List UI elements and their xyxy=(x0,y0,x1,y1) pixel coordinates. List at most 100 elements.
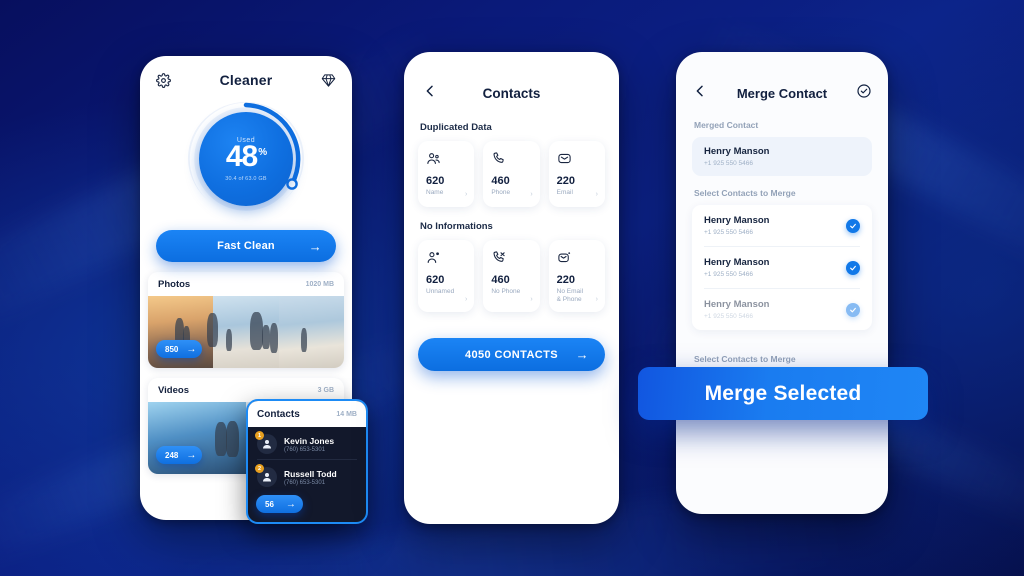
contacts-count-badge[interactable]: 56 → xyxy=(256,495,303,513)
duplicated-data-cards: 620 Name › 460 Phone › 220 Email › xyxy=(404,141,619,207)
people-icon xyxy=(426,151,466,166)
stat-count: 220 xyxy=(556,274,576,286)
check-icon xyxy=(850,223,856,228)
no-informations-cards: 620 Unnamed › 460 No Phone › 220 No Emai… xyxy=(404,240,619,313)
contacts-cta-button[interactable]: 4050 CONTACTS → xyxy=(418,338,605,372)
badge-count: 850 xyxy=(165,344,179,354)
stat-count: 620 xyxy=(426,175,445,187)
stat-card-email[interactable]: 220 Email › xyxy=(548,141,605,207)
person-icon xyxy=(263,440,271,449)
stat-label: Name xyxy=(426,189,444,196)
stat-card-no-email-phone[interactable]: 220 No Email & Phone › xyxy=(548,240,605,313)
section-label-no-informations: No Informations xyxy=(420,221,493,232)
gauge-detail: 30.4 of 63.0 GB xyxy=(225,175,267,182)
order-badge: 2 xyxy=(255,464,264,473)
chevron-right-icon: › xyxy=(595,191,598,198)
fast-clean-label: Fast Clean xyxy=(217,240,275,252)
stat-label: No Email & Phone xyxy=(556,288,584,304)
stat-card-phone[interactable]: 460 Phone › xyxy=(483,141,540,207)
page-title: Cleaner xyxy=(219,72,273,88)
merged-contact-card[interactable]: Henry Manson +1 925 550 5466 xyxy=(692,137,872,176)
contact-name: Henry Manson xyxy=(704,215,770,226)
arrow-right-icon: → xyxy=(575,347,589,363)
order-badge: 1 xyxy=(255,431,264,440)
gauge-percent: 48% xyxy=(225,139,267,173)
media-head: Photos 1020 MB xyxy=(148,272,344,296)
contact-name: Henry Manson xyxy=(704,257,770,268)
arrow-right-icon: → xyxy=(285,498,296,510)
section-label-merged: Merged Contact xyxy=(694,120,759,130)
email-star-icon xyxy=(557,250,597,265)
gauge-center: Used 48% 30.4 of 63.0 GB xyxy=(199,112,293,206)
checkbox-selected[interactable] xyxy=(846,218,860,233)
stat-count: 220 xyxy=(556,175,576,187)
photo-thumbnails: 850 → xyxy=(148,296,344,368)
chevron-right-icon: › xyxy=(530,296,533,304)
check-circle-icon[interactable] xyxy=(856,83,872,104)
checkbox-selected[interactable] xyxy=(846,260,860,275)
phone-screen-contacts: Contacts Duplicated Data 620 Name › 460 … xyxy=(404,52,619,524)
section-label-duplicated: Duplicated Data xyxy=(420,122,492,133)
contact-name: Henry Manson xyxy=(704,146,770,157)
gear-icon[interactable] xyxy=(156,72,171,88)
media-size: 1020 MB xyxy=(305,281,334,288)
media-card-photos[interactable]: Photos 1020 MB 850 → xyxy=(148,272,344,368)
chevron-right-icon: › xyxy=(530,191,533,198)
cta-label: 4050 CONTACTS xyxy=(464,348,559,361)
list-item[interactable]: Henry Manson +1 925 550 5466 xyxy=(692,247,872,288)
media-name: Photos xyxy=(158,279,191,290)
list-item[interactable]: Henry Manson +1 925 550 5466 xyxy=(692,289,872,330)
diamond-icon[interactable] xyxy=(321,73,336,88)
fast-clean-button[interactable]: Fast Clean → xyxy=(156,230,336,262)
stat-label: Phone xyxy=(491,189,511,196)
arrow-right-icon: → xyxy=(308,238,322,254)
photos-count-badge[interactable]: 850 → xyxy=(156,340,203,358)
cleaner-header: Cleaner xyxy=(140,56,352,92)
contacts-popup-header: Contacts 14 MB xyxy=(248,401,366,427)
avatar: 1 xyxy=(255,431,277,454)
videos-count-badge[interactable]: 248 → xyxy=(156,446,203,464)
contact-name: Russell Todd xyxy=(284,468,337,479)
check-icon xyxy=(850,307,856,312)
select-contacts-list: Henry Manson +1 925 550 5466 Henry Manso… xyxy=(692,205,872,330)
list-item[interactable]: 1 Kevin Jones (760) 653-5301 xyxy=(248,427,366,459)
merge-header: Merge Contact xyxy=(676,52,888,108)
stat-card-name[interactable]: 620 Name › xyxy=(418,141,475,207)
email-icon xyxy=(557,151,597,166)
stat-card-unnamed[interactable]: 620 Unnamed › xyxy=(418,240,475,313)
stat-count: 460 xyxy=(491,274,510,286)
contact-phone: +1 925 550 5466 xyxy=(704,229,753,236)
avatar: 2 xyxy=(255,464,277,487)
section-label-select: Select Contacts to Merge xyxy=(694,188,796,198)
person-icon xyxy=(263,473,271,482)
contact-name: Henry Manson xyxy=(704,299,770,310)
gauge-percent-symbol: % xyxy=(258,146,267,158)
media-name: Videos xyxy=(158,385,189,396)
stat-count: 460 xyxy=(491,175,510,187)
list-item[interactable]: Henry Manson +1 925 550 5466 xyxy=(692,205,872,246)
stat-label: No Phone xyxy=(491,288,521,295)
arrow-right-icon: → xyxy=(186,449,197,461)
stat-card-no-phone[interactable]: 460 No Phone › xyxy=(483,240,540,313)
person-star-icon xyxy=(426,250,466,265)
contacts-popup-size: 14 MB xyxy=(336,410,357,418)
phone-slash-icon xyxy=(491,250,531,265)
chevron-left-icon[interactable] xyxy=(422,83,438,104)
chevron-right-icon: › xyxy=(464,191,468,198)
stat-count: 620 xyxy=(426,274,445,286)
checkbox-selected[interactable] xyxy=(846,302,860,317)
storage-gauge: Used 48% 30.4 of 63.0 GB xyxy=(176,100,316,216)
badge-count: 56 xyxy=(265,499,274,509)
contact-phone: (760) 653-5301 xyxy=(284,446,326,453)
list-item[interactable]: 2 Russell Todd (760) 653-5301 xyxy=(248,460,366,492)
chevron-left-icon[interactable] xyxy=(692,83,708,104)
contact-phone: +1 925 550 5466 xyxy=(704,313,753,320)
contacts-popup-card[interactable]: Contacts 14 MB 1 Kevin Jones (760) 653-5… xyxy=(246,399,368,524)
section-label-select-2: Select Contacts to Merge xyxy=(694,354,796,364)
check-icon xyxy=(850,265,856,270)
media-size: 3 GB xyxy=(317,387,334,394)
merge-selected-button[interactable]: Merge Selected xyxy=(638,367,928,420)
arrow-right-icon: → xyxy=(186,343,197,355)
contact-phone: +1 925 550 5466 xyxy=(704,160,753,167)
phone-icon xyxy=(491,151,531,166)
